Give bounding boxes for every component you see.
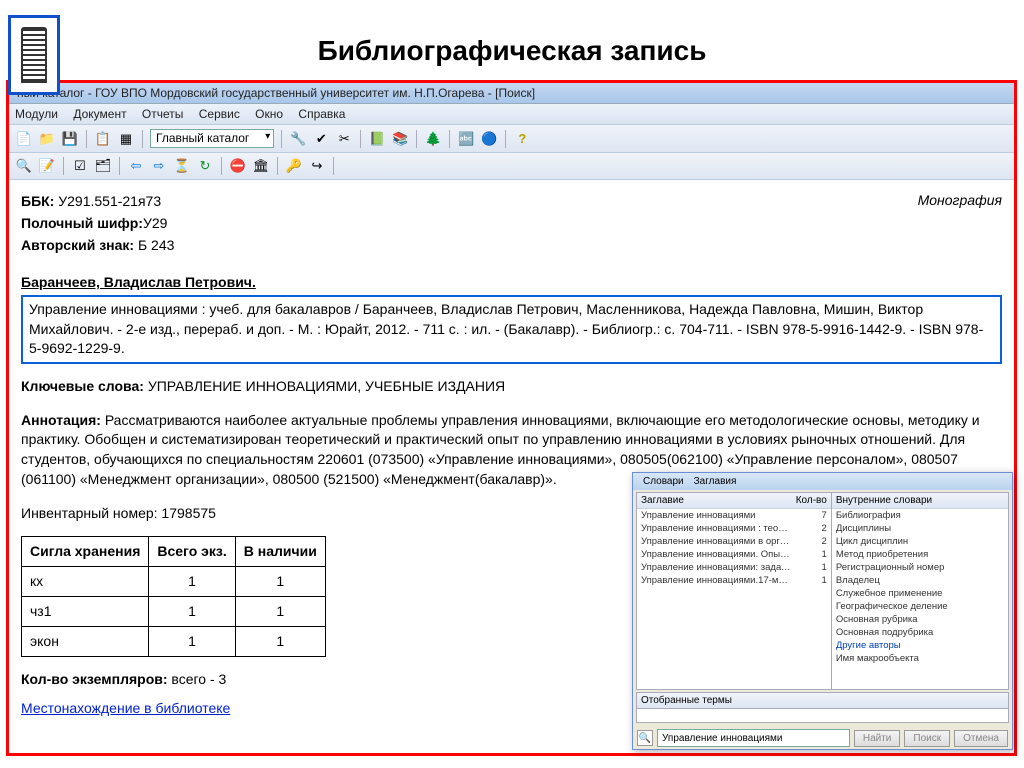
dict-right-panel: Внутренние словари БиблиографияДисциплин… [832, 493, 1008, 689]
toolbar-check2-icon[interactable]: ☑ [71, 157, 89, 175]
list-item[interactable]: Управление инновациями : теория…2 [637, 522, 831, 535]
toolbar-wrench-icon[interactable]: 🔧 [289, 130, 307, 148]
list-item[interactable]: Владелец [832, 574, 1008, 587]
list-item[interactable]: Управление инновациями7 [637, 509, 831, 522]
toolbar-left-icon[interactable]: ⇦ [127, 157, 145, 175]
toolbar-book-icon[interactable]: 📗 [368, 130, 386, 148]
inventory-label: Инвентарный номер: [21, 505, 158, 521]
dictionary-tabs: Словари Заглавия [633, 473, 1012, 490]
dict-selected-label: Отобранные термы [636, 692, 1009, 709]
toolbar-text-icon[interactable]: 🔤 [457, 130, 475, 148]
dict-search-input[interactable] [657, 729, 850, 747]
dict-selected-list [636, 709, 1009, 723]
toolbar-tree-icon[interactable]: 🌲 [424, 130, 442, 148]
dict-cancel-button[interactable]: Отмена [954, 730, 1008, 747]
keywords-label: Ключевые слова: [21, 378, 144, 394]
dict-tab-dictionaries[interactable]: Словари [643, 476, 684, 487]
toolbar-refresh-icon[interactable]: ↻ [196, 157, 214, 175]
dict-search-button[interactable]: Поиск [904, 730, 950, 747]
menu-help[interactable]: Справка [298, 107, 345, 121]
authorsign-label: Авторский знак: [21, 237, 134, 253]
copies-value: всего - 3 [171, 671, 226, 687]
toolbar-open-icon[interactable]: 📁 [38, 130, 56, 148]
holdings-header-total: Всего экз. [149, 537, 235, 567]
window-titlebar: ный каталог - ГОУ ВПО Мордовский государ… [9, 83, 1014, 104]
toolbar-globe-icon[interactable]: 🔵 [480, 130, 498, 148]
holdings-header-sigla: Сигла хранения [22, 537, 149, 567]
copies-label: Кол-во экземпляров: [21, 671, 168, 687]
list-item[interactable]: Цикл дисциплин [832, 535, 1008, 548]
list-item[interactable]: Основная подрубрика [832, 626, 1008, 639]
shelf-label: Полочный шифр: [21, 215, 143, 231]
list-item[interactable]: Другие авторы [832, 639, 1008, 652]
toolbar-filter2-icon[interactable]: ⏳ [173, 157, 191, 175]
list-item[interactable]: Метод приобретения [832, 548, 1008, 561]
toolbar-library-icon[interactable]: 🏛 [252, 157, 270, 175]
toolbar-doc-icon[interactable]: 📋 [94, 130, 112, 148]
dictionary-window: Словари Заглавия ЗаглавиеКол-во Управлен… [632, 472, 1013, 750]
toolbar-right-icon[interactable]: ⇨ [150, 157, 168, 175]
menu-document[interactable]: Документ [73, 107, 126, 121]
list-item[interactable]: Управление инновациями. Опыт ве…1 [637, 548, 831, 561]
toolbar-filter-icon[interactable]: 📝 [38, 157, 56, 175]
list-item[interactable]: Управление инновациями в органи…2 [637, 535, 831, 548]
toolbar-help-icon[interactable]: ? [513, 130, 531, 148]
menu-reports[interactable]: Отчеты [142, 107, 183, 121]
toolbar-cut-icon[interactable]: ✂ [335, 130, 353, 148]
dict-count-header: Кол-во [791, 495, 827, 506]
shelf-value: У29 [143, 215, 167, 231]
bibliographic-description: Управление инновациями : учеб. для бакал… [21, 295, 1002, 364]
page-title: Библиографическая запись [0, 0, 1024, 83]
menu-modules[interactable]: Модули [15, 107, 58, 121]
table-row: чз1 1 1 [22, 597, 326, 627]
toolbar-nav: 🔍 📝 ☑ 🗂 ⇦ ⇨ ⏳ ↻ ⛔ 🏛 🔑 ↪ [9, 153, 1014, 180]
toolbar-grid-icon[interactable]: ▦ [117, 130, 135, 148]
doc-type: Монография [918, 190, 1002, 211]
list-item[interactable]: Управление инновациями: задачи и …1 [637, 561, 831, 574]
authorsign-value: Б 243 [138, 237, 174, 253]
toolbar-main: 📄 📁 💾 📋 ▦ Главный каталог 🔧 ✔ ✂ 📗 📚 🌲 🔤 … [9, 125, 1014, 153]
list-item[interactable]: Библиография [832, 509, 1008, 522]
toolbar-check-icon[interactable]: ✔ [312, 130, 330, 148]
inventory-value: 1798575 [161, 505, 216, 521]
bbk-value: У291.551-21я73 [58, 193, 161, 209]
toolbar-search-icon[interactable]: 🔍 [15, 157, 33, 175]
catalog-dropdown[interactable]: Главный каталог [150, 129, 274, 148]
abstract-label: Аннотация: [21, 412, 101, 428]
menu-service[interactable]: Сервис [199, 107, 240, 121]
toolbar-stop-icon[interactable]: ⛔ [229, 157, 247, 175]
toolbar-books-icon[interactable]: 📚 [391, 130, 409, 148]
table-row: экон 1 1 [22, 627, 326, 657]
location-link[interactable]: Местонахождение в библиотеке [21, 700, 230, 716]
list-item[interactable]: Имя макрообъекта [832, 652, 1008, 665]
dict-search-icon[interactable]: 🔍 [637, 730, 653, 746]
list-item[interactable]: Управление инновациями.17-модул…1 [637, 574, 831, 587]
holdings-header-available: В наличии [235, 537, 325, 567]
list-item[interactable]: Географическое деление [832, 600, 1008, 613]
keywords-value: УПРАВЛЕНИЕ ИННОВАЦИЯМИ, УЧЕБНЫЕ ИЗДАНИЯ [148, 378, 505, 394]
app-logo [8, 15, 60, 95]
dict-tab-titles[interactable]: Заглавия [694, 476, 737, 487]
author-name: Баранчеев, Владислав Петрович. [21, 272, 1002, 293]
list-item[interactable]: Регистрационный номер [832, 561, 1008, 574]
dict-right-header: Внутренние словари [836, 495, 1004, 506]
list-item[interactable]: Служебное применение [832, 587, 1008, 600]
list-item[interactable]: Основная рубрика [832, 613, 1008, 626]
list-item[interactable]: Дисциплины [832, 522, 1008, 535]
menu-window[interactable]: Окно [255, 107, 283, 121]
toolbar-save-icon[interactable]: 💾 [61, 130, 79, 148]
bbk-label: ББК: [21, 193, 54, 209]
table-row: кх 1 1 [22, 567, 326, 597]
toolbar-new-icon[interactable]: 📄 [15, 130, 33, 148]
menubar: Модули Документ Отчеты Сервис Окно Справ… [9, 104, 1014, 125]
toolbar-exit-icon[interactable]: ↪ [308, 157, 326, 175]
dict-find-button[interactable]: Найти [854, 730, 901, 747]
toolbar-key-icon[interactable]: 🔑 [285, 157, 303, 175]
dict-left-header: Заглавие [641, 495, 791, 506]
holdings-table: Сигла хранения Всего экз. В наличии кх 1… [21, 536, 326, 657]
toolbar-cards-icon[interactable]: 🗂 [94, 157, 112, 175]
dict-left-panel: ЗаглавиеКол-во Управление инновациями7Уп… [637, 493, 832, 689]
